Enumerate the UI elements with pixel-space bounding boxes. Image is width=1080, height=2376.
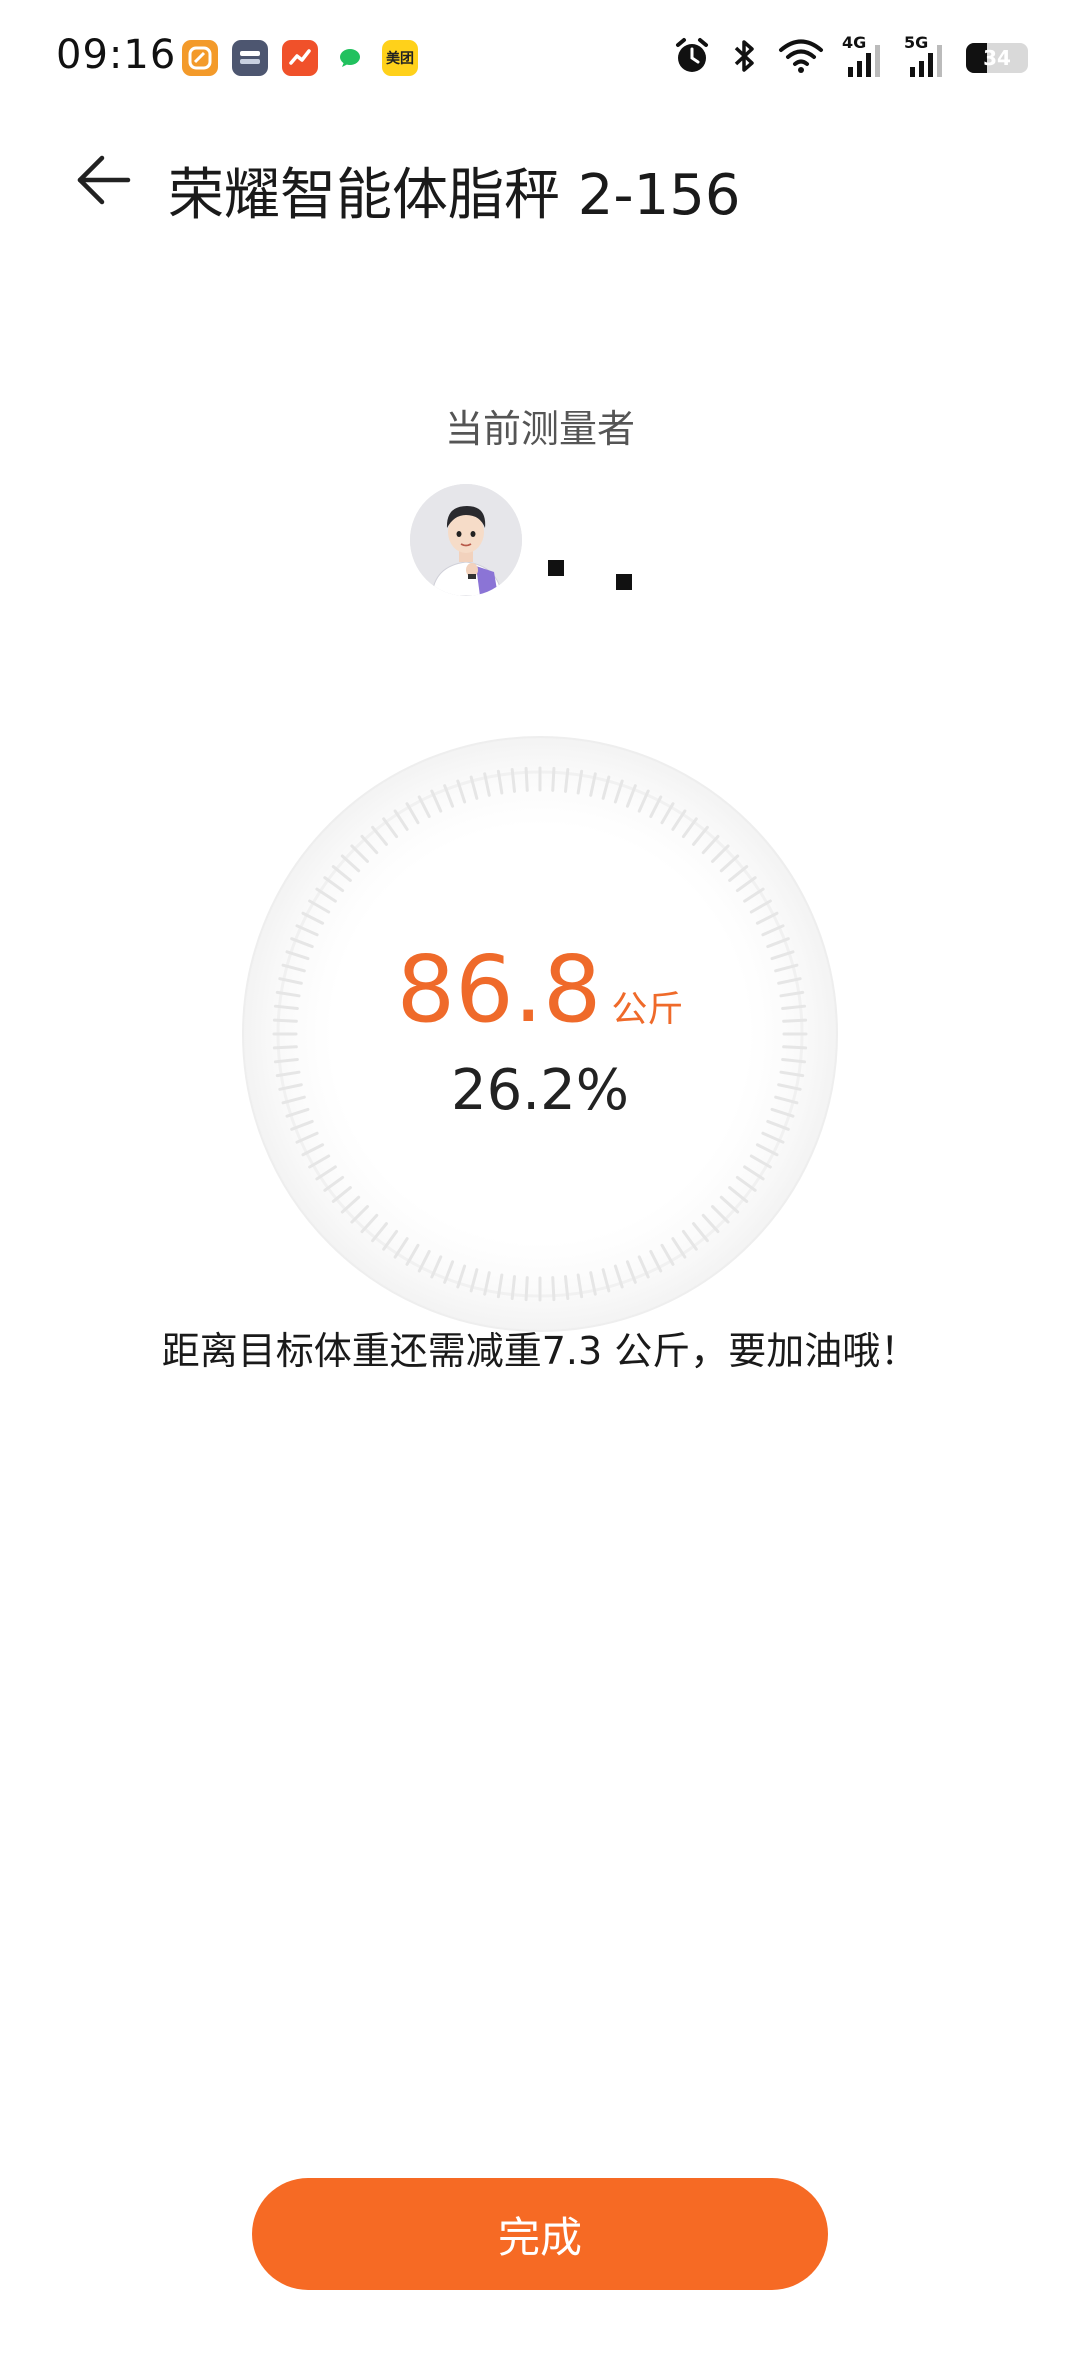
weight-value: 86.8: [396, 936, 602, 1043]
measurer-row: [0, 480, 1080, 600]
dial-tick: [551, 1276, 556, 1302]
wifi-icon: [778, 36, 824, 80]
header: 荣耀智能体脂秤 2-156: [0, 130, 1080, 230]
status-time: 09:16: [56, 32, 177, 78]
alarm-icon: [672, 36, 712, 80]
dial-tick: [272, 1045, 298, 1050]
user-name: [540, 510, 650, 590]
app-orange-icon: [182, 40, 218, 76]
goal-message: 距离目标体重还需减重7.3 公斤，要加油哦！: [161, 1329, 919, 1373]
avatar[interactable]: [410, 484, 522, 596]
back-button[interactable]: [62, 148, 142, 212]
status-right: 4G 5G 34: [672, 33, 1028, 80]
app-red-chart-icon: [282, 40, 318, 76]
signal-4g-icon: 4G: [842, 33, 886, 79]
notification-icons: 美团: [182, 40, 418, 76]
battery-icon: 34: [966, 43, 1028, 73]
back-arrow-icon: [77, 155, 131, 205]
weight-display: 86.8 公斤: [0, 936, 1080, 1043]
measurer-label: 当前测量者: [444, 407, 635, 451]
weight-unit: 公斤: [611, 989, 684, 1030]
dial-tick: [524, 766, 529, 792]
body-fat-value: 26.2%: [451, 1058, 629, 1123]
meituan-icon: 美团: [382, 40, 418, 76]
dial-tick: [782, 1045, 808, 1050]
battery-level: 34: [983, 46, 1011, 70]
dial-tick: [524, 1276, 529, 1302]
status-bar: 09:16 美团 4G 5G 34: [0, 0, 1080, 120]
dial-tick: [551, 766, 556, 792]
user-name-mark: [548, 560, 564, 576]
done-button[interactable]: 完成: [252, 2178, 828, 2290]
signal-5g-icon: 5G: [904, 33, 948, 79]
app-navy-icon: [232, 40, 268, 76]
wechat-icon: [332, 40, 368, 76]
user-name-mark: [616, 574, 632, 590]
page-title: 荣耀智能体脂秤 2-156: [168, 163, 741, 228]
meituan-label: 美团: [386, 51, 414, 67]
bluetooth-icon: [730, 36, 760, 80]
